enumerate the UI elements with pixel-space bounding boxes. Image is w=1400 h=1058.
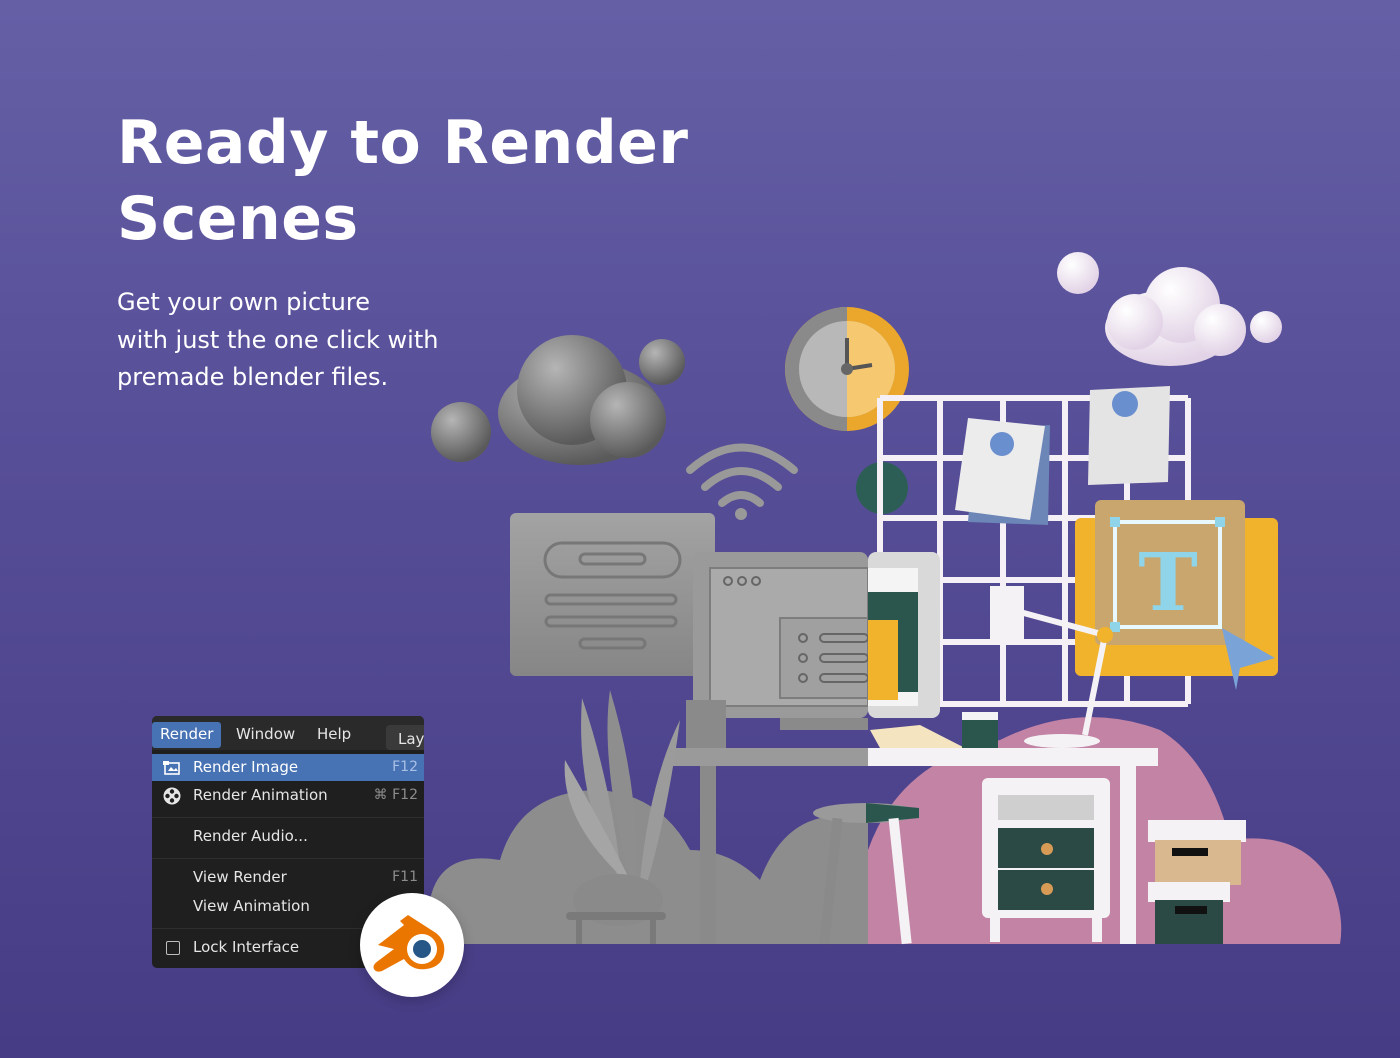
menu-help[interactable]: Help <box>309 722 359 748</box>
menu-item-label: Render Image <box>193 758 299 776</box>
menu-render[interactable]: Render <box>152 722 222 748</box>
menu-separator <box>152 858 424 859</box>
wifi-icon <box>686 443 798 520</box>
blender-logo-badge <box>360 893 464 997</box>
clock <box>785 307 909 431</box>
white-cloud <box>1057 252 1282 366</box>
render-image-icon <box>163 761 180 775</box>
menu-item-label: Render Animation <box>193 786 328 804</box>
menu-item-shortcut: F11 <box>392 869 418 885</box>
grey-cloud <box>431 335 685 465</box>
lock-interface-checkbox[interactable] <box>166 941 180 955</box>
menu-item-view-render[interactable]: View Render F11 <box>152 864 424 891</box>
text-tool-letter: T <box>1138 535 1198 629</box>
menu-item-shortcut: ⌘ F12 <box>373 787 418 803</box>
menu-item-label: View Render <box>193 868 287 886</box>
menu-window[interactable]: Window <box>228 722 303 748</box>
menu-item-label: View Animation <box>193 897 310 915</box>
menu-item-render-animation[interactable]: Render Animation ⌘ F12 <box>152 782 424 809</box>
menu-item-render-image[interactable]: Render Image F12 <box>152 754 424 781</box>
text-tool-panel: T <box>1075 500 1278 690</box>
menu-separator <box>152 817 424 818</box>
render-animation-icon <box>163 787 181 805</box>
menu-bar: Render Window Help Lay <box>152 716 424 750</box>
workspace-tab-layout[interactable]: Lay <box>386 725 424 750</box>
back-monitor <box>510 513 715 676</box>
menu-item-shortcut: F12 <box>392 759 418 775</box>
front-monitor <box>686 552 940 748</box>
menu-item-render-audio[interactable]: Render Audio... <box>152 823 424 850</box>
blender-logo-icon <box>373 915 445 972</box>
nightstand <box>982 778 1110 942</box>
menu-item-label: Render Audio... <box>193 827 308 845</box>
menu-item-label: Lock Interface <box>193 938 300 956</box>
